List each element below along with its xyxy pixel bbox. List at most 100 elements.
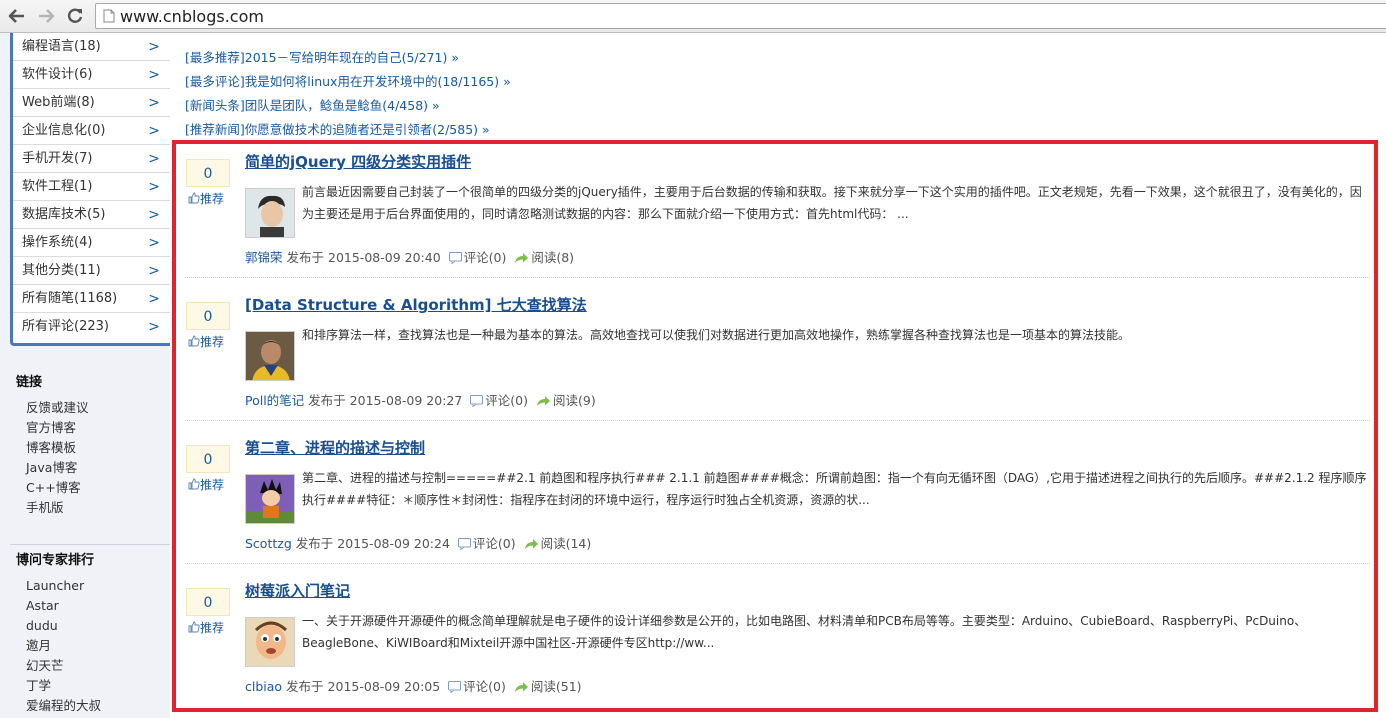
avatar[interactable] (245, 188, 295, 238)
category-item[interactable]: 所有评论(223) > (13, 313, 170, 341)
page-icon (103, 9, 115, 23)
comment-link[interactable]: 评论(0) (485, 393, 528, 408)
post-title[interactable]: 简单的jQuery 四级分类实用插件 (245, 151, 471, 172)
chevron-right-icon: > (148, 151, 160, 167)
avatar-image (246, 189, 294, 237)
post-author[interactable]: 郭锦荣 (245, 250, 283, 265)
category-item[interactable]: 数据库技术(5) > (13, 201, 170, 229)
comment-link[interactable]: 评论(0) (463, 679, 506, 694)
post-meta: 郭锦荣 发布于 2015-08-09 20:40 评论(0) 阅读(8) (245, 250, 575, 265)
avatar[interactable] (245, 331, 295, 381)
chevron-right-icon: > (148, 291, 160, 307)
chevron-right-icon: > (148, 263, 160, 279)
post-meta: clbiao 发布于 2015-08-09 20:05 评论(0) 阅读(51) (245, 679, 582, 694)
notice-link[interactable]: [最多推荐]2015－写给明年现在的自己(5/271) » (185, 47, 459, 66)
back-button[interactable] (5, 4, 29, 28)
avatar-image (246, 618, 294, 666)
digg-count[interactable]: 0 (186, 302, 230, 330)
notice-link[interactable]: [最多评论]我是如何将linux用在开发环境中的(18/1165) » (185, 71, 511, 90)
expert-item[interactable]: Launcher (10, 576, 170, 596)
post-title[interactable]: 树莓派入门笔记 (245, 580, 350, 601)
avatar-image (246, 475, 294, 523)
expert-item[interactable]: 丁学 (10, 676, 170, 696)
read-count[interactable]: 阅读(51) (531, 679, 582, 694)
category-item[interactable]: 手机开发(7) > (13, 145, 170, 173)
thumb-up-icon (188, 335, 200, 347)
expert-item[interactable]: Astar (10, 596, 170, 616)
expert-item[interactable]: 邀月 (10, 636, 170, 656)
chevron-right-icon: > (148, 319, 160, 335)
comment-icon (470, 395, 484, 407)
link-item[interactable]: Java博客 (10, 458, 170, 478)
link-item[interactable]: C++博客 (10, 478, 170, 498)
category-item[interactable]: 操作系统(4) > (13, 229, 170, 257)
category-item[interactable]: Web前端(8) > (13, 89, 170, 117)
link-item[interactable]: 官方博客 (10, 418, 170, 438)
read-count[interactable]: 阅读(8) (531, 250, 574, 265)
recommend-button[interactable]: 推荐 (188, 332, 234, 350)
post-summary: 和排序算法一样，查找算法也是一种最为基本的算法。高效地查找可以使我们对数据进行更… (302, 328, 1131, 342)
post-author[interactable]: Poll的笔记 (245, 393, 304, 408)
read-arrow-icon (537, 396, 550, 406)
comment-link[interactable]: 评论(0) (464, 250, 507, 265)
read-arrow-icon (515, 253, 529, 263)
category-item[interactable]: 企业信息化(0) > (13, 117, 170, 145)
link-item[interactable]: 反馈或建议 (10, 398, 170, 418)
category-list: 编程语言(18) > 软件设计(6) > Web前端(8) > 企业信息化(0) > 手… (10, 33, 170, 346)
category-item[interactable]: 所有随笔(1168) > (13, 285, 170, 313)
digg-count[interactable]: 0 (186, 445, 230, 473)
back-arrow-icon (8, 9, 24, 23)
reload-button[interactable] (63, 4, 87, 28)
thumb-up-icon (188, 621, 200, 633)
recommend-label: 推荐 (200, 334, 225, 349)
post-title[interactable]: 第二章、进程的描述与控制 (245, 437, 425, 458)
post-date: 2015-08-09 20:40 (328, 250, 441, 265)
thumb-up-icon (188, 192, 200, 204)
category-item[interactable]: 编程语言(18) > (13, 33, 170, 61)
post-date: 2015-08-09 20:27 (349, 393, 463, 408)
chevron-right-icon: > (148, 67, 160, 83)
comment-icon (448, 252, 462, 264)
notice-link[interactable]: [推荐新闻]你愿意做技术的追随者还是引领者(2/585) » (185, 119, 490, 138)
read-count[interactable]: 阅读(14) (541, 536, 592, 551)
post-summary: 第二章、进程的描述与控制=====##2.1 前趋图和程序执行### 2.1.1… (302, 471, 1367, 507)
recommend-button[interactable]: 推荐 (188, 618, 234, 636)
sidebar-divider (10, 544, 170, 545)
notice-link[interactable]: [新闻头条]团队是团队，鲶鱼是鲶鱼(4/458) » (185, 95, 440, 114)
post-meta: Scottzg 发布于 2015-08-09 20:24 评论(0) 阅读(14… (245, 536, 592, 551)
expert-item[interactable]: 幻天芒 (10, 656, 170, 676)
chevron-right-icon: > (148, 179, 160, 195)
post-author[interactable]: clbiao (245, 679, 282, 694)
category-item[interactable]: 软件工程(1) > (13, 173, 170, 201)
post-meta: Poll的笔记 发布于 2015-08-09 20:27 评论(0) 阅读(9) (245, 393, 596, 408)
expert-item[interactable]: 爱编程的大叔 (10, 696, 170, 716)
link-item[interactable]: 博客模板 (10, 438, 170, 458)
recommend-button[interactable]: 推荐 (188, 475, 234, 493)
recommend-button[interactable]: 推荐 (188, 189, 234, 207)
forward-button[interactable] (34, 4, 58, 28)
read-count[interactable]: 阅读(9) (553, 393, 596, 408)
link-item[interactable]: 手机版 (10, 498, 170, 518)
chevron-right-icon: > (148, 207, 160, 223)
avatar-image (246, 332, 294, 380)
comment-link[interactable]: 评论(0) (473, 536, 516, 551)
post-author[interactable]: Scottzg (245, 536, 292, 551)
post-summary: 一、关于开源硬件开源硬件的概念简单理解就是电子硬件的设计详细参数是公开的，比如电… (302, 614, 1307, 650)
address-bar[interactable]: www.cnblogs.com (95, 3, 1386, 29)
expert-item[interactable]: dudu (10, 616, 170, 636)
digg-count[interactable]: 0 (186, 159, 230, 187)
experts-section: 博问专家排行 Launcher Astar dudu 邀月 幻天芒 丁学 爱编程… (10, 550, 170, 716)
category-item[interactable]: 其他分类(11) > (13, 257, 170, 285)
browser-toolbar: www.cnblogs.com (0, 0, 1386, 33)
digg-count[interactable]: 0 (186, 588, 230, 616)
links-title: 链接 (16, 375, 43, 390)
post-date: 2015-08-09 20:24 (337, 536, 450, 551)
main-content: [最多推荐]2015－写给明年现在的自己(5/271) » [最多评论]我是如何… (170, 33, 1386, 718)
category-item[interactable]: 软件设计(6) > (13, 61, 170, 89)
post-separator (185, 420, 1370, 421)
forward-arrow-icon (39, 9, 55, 23)
links-section: 链接 反馈或建议 官方博客 博客模板 Java博客 C++博客 手机版 (10, 372, 170, 518)
avatar[interactable] (245, 617, 295, 667)
post-title[interactable]: [Data Structure & Algorithm] 七大查找算法 (245, 294, 587, 315)
avatar[interactable] (245, 474, 295, 524)
